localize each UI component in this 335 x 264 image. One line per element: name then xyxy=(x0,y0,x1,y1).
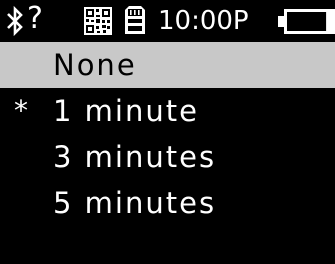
menu-item-none[interactable]: None xyxy=(0,42,335,88)
bluetooth-icon xyxy=(7,5,23,37)
battery-icon xyxy=(278,9,335,34)
status-bar: ? 10:00P xyxy=(0,0,335,42)
menu-item-1-minute[interactable]: * 1 minute xyxy=(0,88,335,134)
menu-item-label: 5 minutes xyxy=(53,186,217,220)
unknown-indicator: ? xyxy=(27,1,43,36)
clock: 10:00P xyxy=(158,6,249,36)
menu-item-5-minutes[interactable]: 5 minutes xyxy=(0,180,335,226)
current-setting-marker: * xyxy=(14,94,28,127)
menu-item-label: 3 minutes xyxy=(53,140,217,174)
qr-code-icon xyxy=(84,7,112,35)
sd-card-icon xyxy=(125,6,145,34)
menu-item-label: None xyxy=(53,48,137,82)
menu-item-3-minutes[interactable]: 3 minutes xyxy=(0,134,335,180)
menu-item-label: 1 minute xyxy=(53,94,199,128)
timeout-menu: None * 1 minute 3 minutes 5 minutes xyxy=(0,42,335,226)
